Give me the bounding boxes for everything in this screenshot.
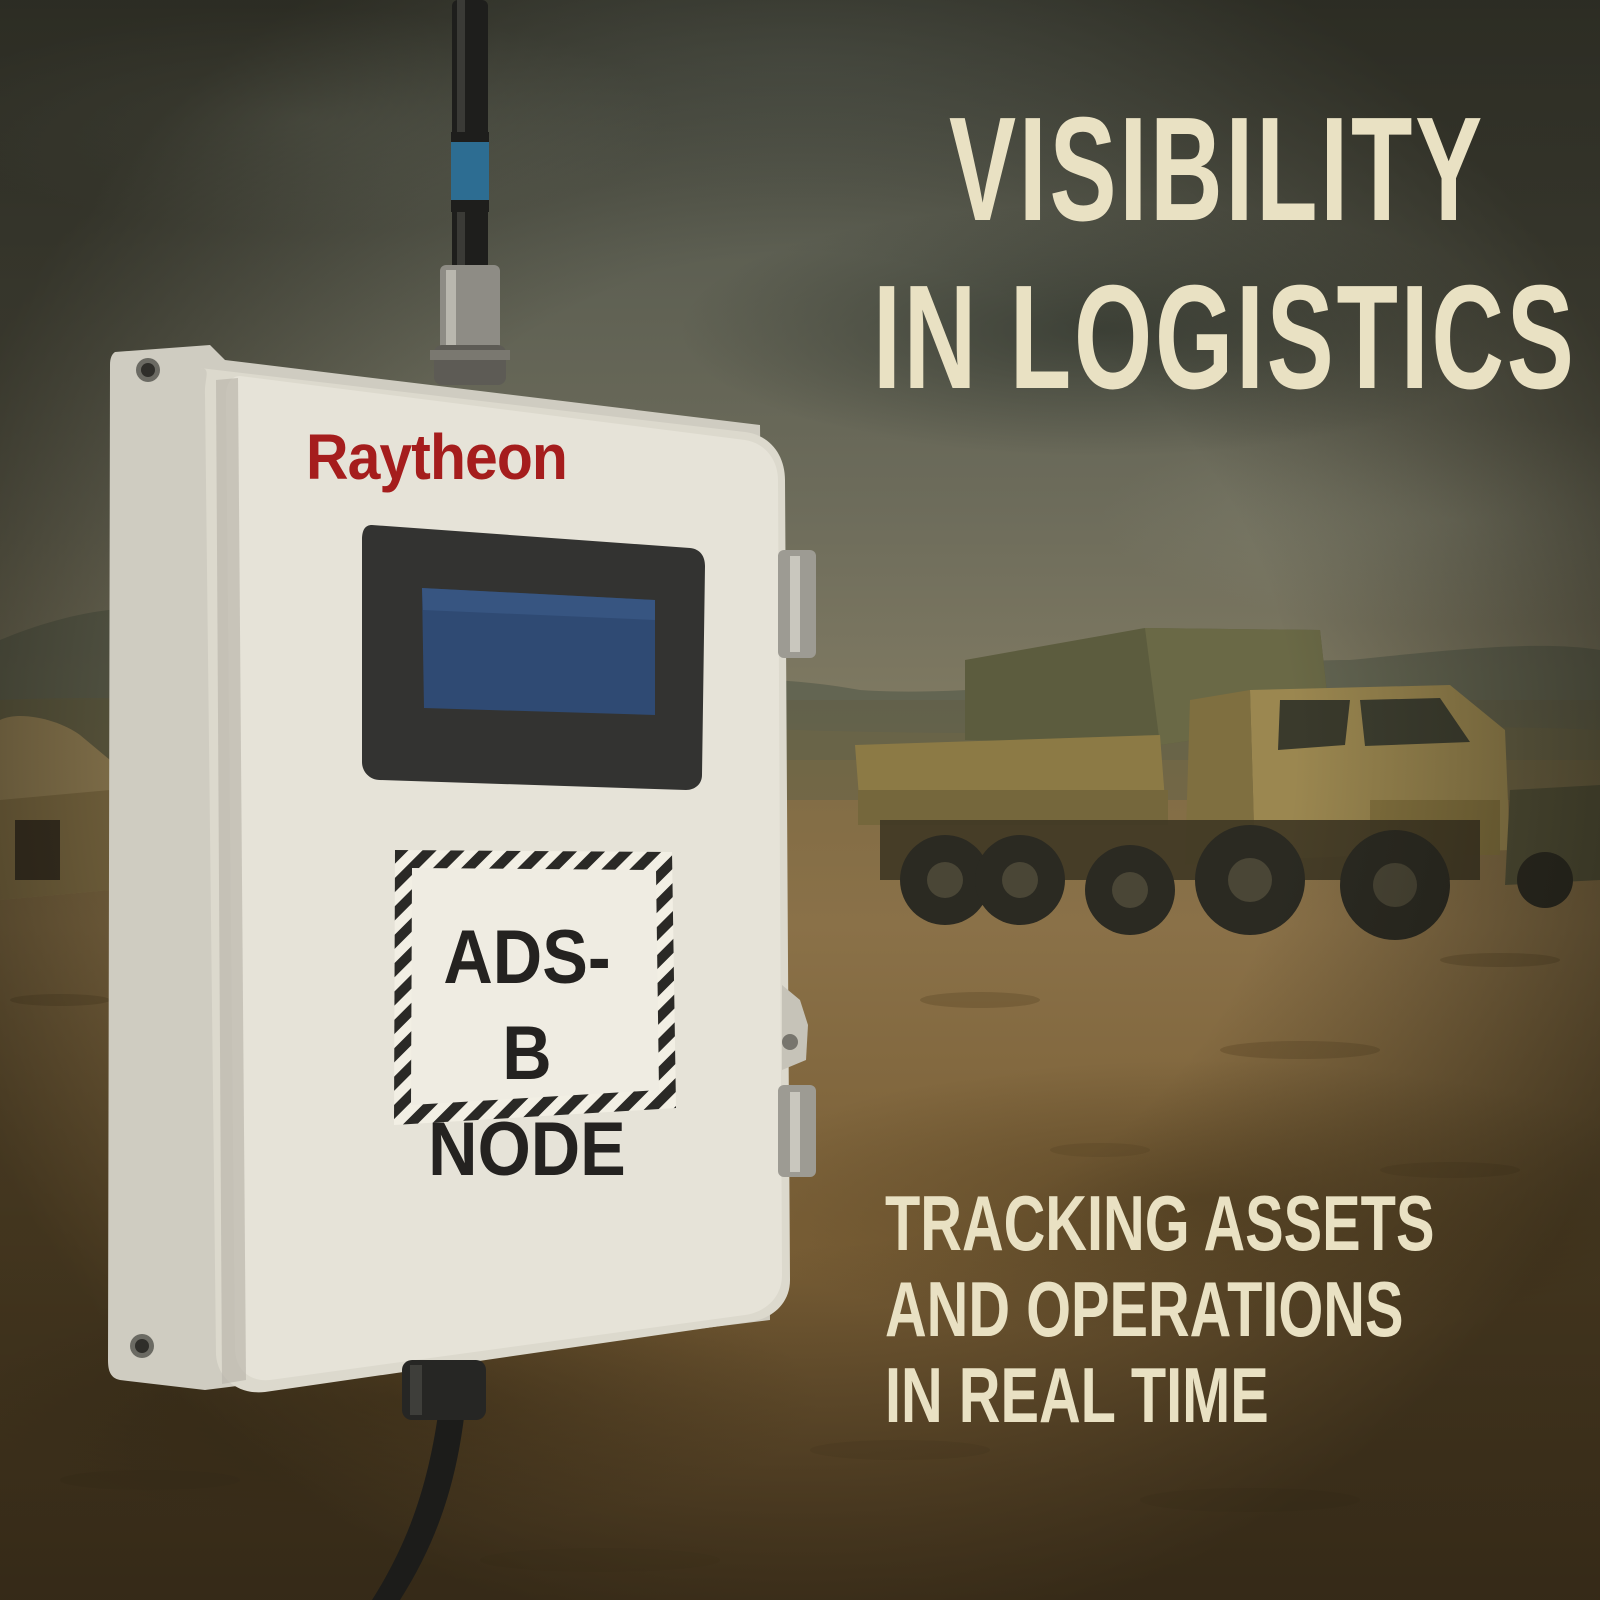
tagline-line-2: AND OPERATIONS [885, 1265, 1404, 1353]
brand-logo: Raytheon [306, 421, 568, 493]
device-label: ADS-B NODE [424, 910, 631, 1198]
antenna [430, 0, 510, 385]
device-label-line-1: ADS-B [443, 915, 611, 1096]
device-label-line-2: NODE [428, 1107, 626, 1192]
tagline: TRACKING ASSETS AND OPERATIONS IN REAL T… [885, 1179, 1435, 1439]
poster-scene: VISIBILITY IN LOGISTICS Raytheon ADS-B N… [0, 0, 1600, 1600]
hinge-bottom [778, 1085, 816, 1177]
lcd-display [362, 525, 705, 790]
power-cable [372, 1360, 486, 1600]
latch [782, 985, 808, 1070]
tagline-line-3: IN REAL TIME [885, 1351, 1269, 1439]
tagline-line-1: TRACKING ASSETS [885, 1179, 1435, 1267]
hinge-top [778, 550, 816, 658]
